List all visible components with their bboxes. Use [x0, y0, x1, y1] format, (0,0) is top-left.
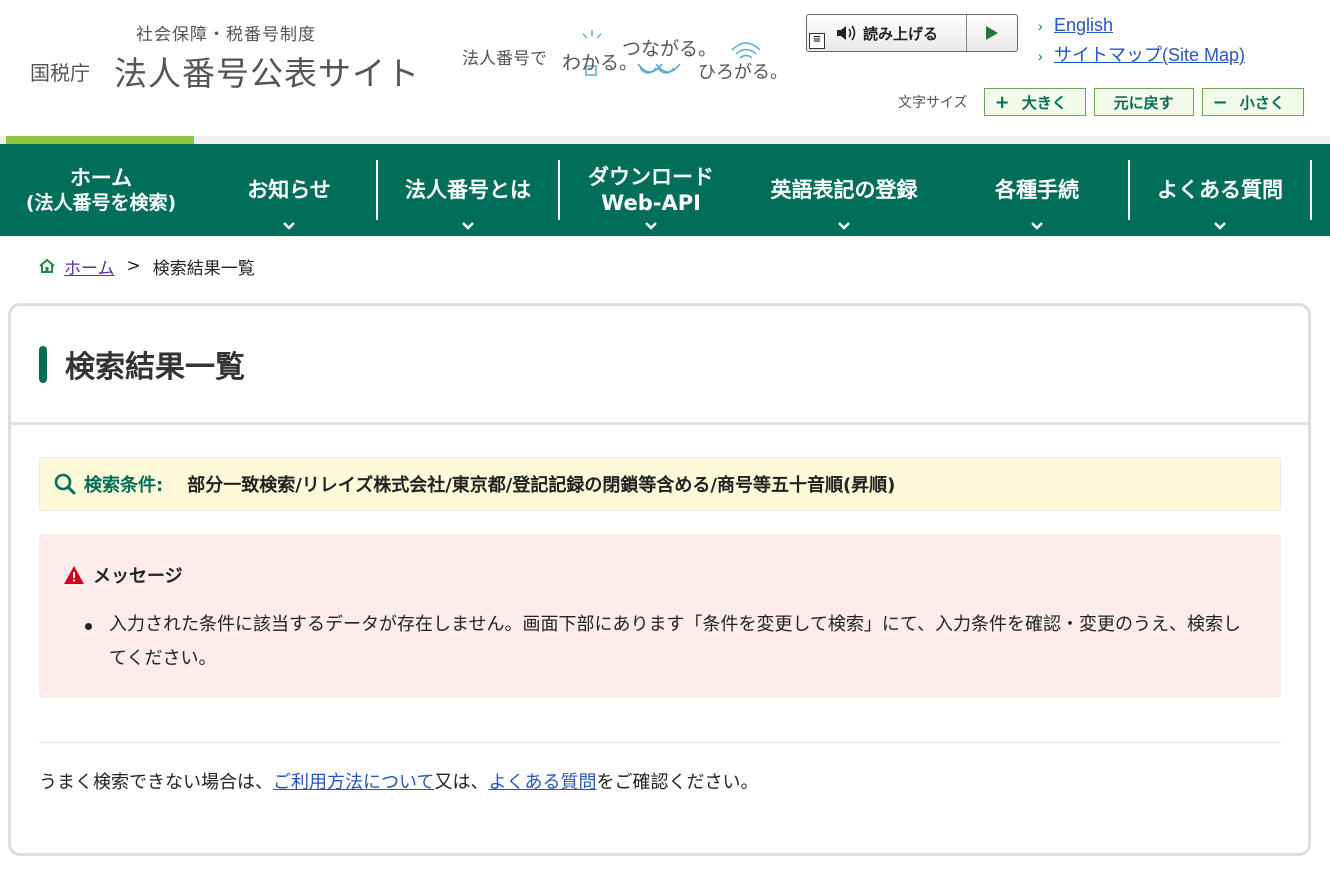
title-divider	[11, 422, 1308, 425]
logo-subtitle: 社会保障・税番号制度	[136, 25, 316, 45]
home-icon	[39, 258, 55, 273]
message-box: メッセージ 入力された条件に該当するデータが存在しません。画面下部にあります「条…	[39, 534, 1281, 698]
breadcrumb-current: 検索結果一覧	[152, 258, 255, 279]
breadcrumb: ホーム > 検索結果一覧	[38, 254, 255, 279]
font-smaller-button[interactable]: − 小さく	[1201, 88, 1304, 116]
nav-item-faq[interactable]: よくある質問	[1130, 144, 1310, 236]
chevron-right-icon: ›	[1038, 48, 1043, 64]
font-reset-button[interactable]: 元に戻す	[1093, 88, 1194, 116]
read-aloud-bar: ≡ 読み上げる	[806, 14, 1018, 52]
site-header: 社会保障・税番号制度 国税庁 法人番号公表サイト 法人番号で わかる。 つながる…	[0, 0, 1330, 136]
english-link[interactable]: › English	[1038, 15, 1245, 41]
nav-item-news[interactable]: お知らせ	[202, 144, 376, 236]
message-item: 入力された条件に該当するデータが存在しません。画面下部にあります「条件を変更して…	[85, 608, 1255, 676]
nav-item-procedures[interactable]: 各種手続	[946, 144, 1128, 236]
help-divider	[39, 742, 1281, 743]
sitemap-link[interactable]: › サイトマップ(Site Map)	[1038, 41, 1245, 67]
tagline-hirogaru: ひろがる。	[698, 62, 788, 83]
usage-guide-link[interactable]: ご利用方法について	[273, 772, 434, 793]
chevron-down-icon	[645, 222, 657, 230]
chevron-down-icon	[462, 222, 474, 230]
read-aloud-label: 読み上げる	[862, 24, 938, 43]
site-tagline: 法人番号で わかる。 つながる。 ひろがる。	[462, 28, 792, 84]
nav-item-download[interactable]: ダウンロード Web-API	[560, 144, 742, 236]
header-links: › English › サイトマップ(Site Map)	[1038, 15, 1245, 67]
warning-icon	[64, 566, 84, 584]
logo-title: 法人番号公表サイト	[114, 54, 420, 93]
chevron-right-icon: ›	[1038, 18, 1043, 34]
breadcrumb-home-link[interactable]: ホーム	[64, 254, 115, 279]
read-aloud-button[interactable]: ≡ 読み上げる	[807, 15, 967, 51]
nav-item-home[interactable]: ホーム (法人番号を検索)	[0, 144, 202, 236]
document-icon: ≡	[809, 33, 825, 49]
search-results-panel: 検索結果一覧 検索条件: 部分一致検索/リレイズ株式会社/東京都/登記記録の閉鎖…	[8, 303, 1311, 856]
font-size-controls: 文字サイズ + 大きく 元に戻す − 小さく	[898, 88, 1304, 116]
tagline-tsunagaru: つながる。	[622, 38, 718, 60]
breadcrumb-separator: >	[126, 256, 141, 276]
page-title-block: 検索結果一覧	[39, 344, 245, 385]
search-condition-text: 部分一致検索/リレイズ株式会社/東京都/登記記録の閉鎖等含める/商号等五十音順(…	[187, 475, 896, 496]
minus-icon: −	[1212, 91, 1228, 113]
search-condition-label: 検索条件:	[84, 475, 164, 496]
faq-link[interactable]: よくある質問	[488, 772, 596, 793]
chevron-down-icon	[283, 222, 295, 230]
font-bigger-button[interactable]: + 大きく	[983, 88, 1086, 116]
site-logo[interactable]: 社会保障・税番号制度 国税庁 法人番号公表サイト	[30, 20, 430, 93]
header-divider-accent	[6, 136, 194, 144]
message-heading: メッセージ	[63, 562, 183, 588]
chevron-down-icon	[1031, 222, 1043, 230]
search-condition-box: 検索条件: 部分一致検索/リレイズ株式会社/東京都/登記記録の閉鎖等含める/商号…	[39, 457, 1281, 511]
title-accent-bar	[39, 345, 47, 383]
help-text: うまく検索できない場合は、ご利用方法について又は、よくある質問をご確認ください。	[39, 772, 759, 793]
logo-agency: 国税庁	[30, 61, 90, 85]
nav-item-english-registration[interactable]: 英語表記の登録	[742, 144, 946, 236]
search-icon	[54, 473, 76, 495]
speaker-icon	[836, 25, 856, 41]
nav-item-about[interactable]: 法人番号とは	[378, 144, 558, 236]
global-nav: ホーム (法人番号を検索) お知らせ 法人番号とは ダウンロード Web-API…	[0, 144, 1330, 236]
message-heading-label: メッセージ	[93, 566, 183, 587]
font-size-label: 文字サイズ	[898, 95, 968, 111]
page-title: 検索結果一覧	[65, 350, 245, 385]
nav-separator	[1310, 160, 1312, 220]
header-divider	[0, 136, 1330, 144]
plus-icon: +	[994, 91, 1010, 113]
chevron-down-icon	[1214, 222, 1226, 230]
message-list: 入力された条件に該当するデータが存在しません。画面下部にあります「条件を変更して…	[85, 608, 1255, 676]
play-button[interactable]	[967, 15, 1017, 51]
tagline-prefix: 法人番号で	[462, 49, 547, 69]
play-icon	[986, 26, 998, 40]
chevron-down-icon	[838, 222, 850, 230]
